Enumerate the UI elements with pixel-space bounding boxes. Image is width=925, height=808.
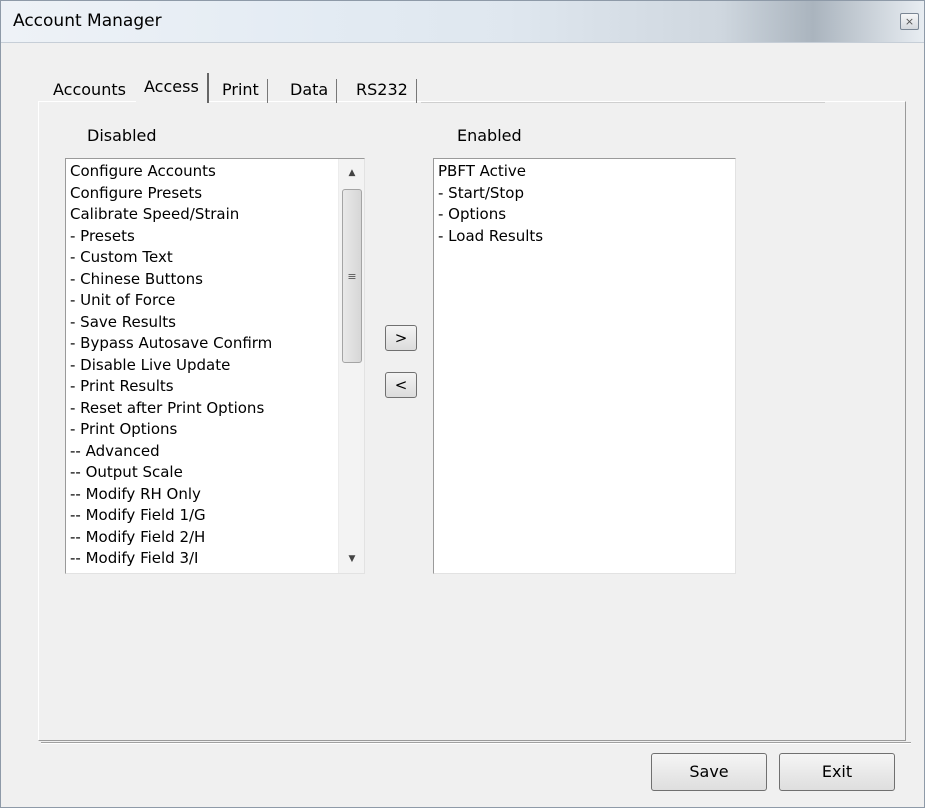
disabled-label: Disabled [87,126,157,145]
list-item[interactable]: - Print Results [66,376,364,398]
remove-label: < [394,376,408,394]
tab-print[interactable]: Print [214,79,268,103]
enabled-label: Enabled [457,126,522,145]
close-button[interactable]: × [900,13,919,30]
disabled-items: Configure Accounts Configure Presets Calib… [66,159,364,570]
list-item[interactable]: PBFT Active [434,161,735,183]
add-label: > [394,329,408,347]
list-item[interactable]: - Load Results [434,226,735,248]
list-item[interactable]: - Custom Text [66,247,364,269]
tab-label: Data [290,80,329,99]
list-item[interactable]: - Print Options [66,419,364,441]
tab-access[interactable]: Access [136,73,209,103]
disabled-scrollbar[interactable]: ▲ ≡ ▼ [338,159,364,573]
scroll-up-icon[interactable]: ▲ [339,163,364,183]
list-item[interactable]: Calibrate Speed/Strain [66,204,364,226]
list-item[interactable]: - Start/Stop [434,183,735,205]
exit-label: Exit [821,762,853,781]
list-item[interactable]: - Chinese Buttons [66,269,364,291]
list-item[interactable]: -- Modify Field 1/G [66,505,364,527]
enabled-listbox[interactable]: PBFT Active - Start/Stop - Options - Load R… [433,158,736,574]
close-icon: × [904,15,915,28]
list-item[interactable]: -- Modify Field 3/I [66,548,364,570]
list-item[interactable]: Configure Accounts [66,161,364,183]
add-to-enabled-button[interactable]: > [385,325,417,351]
grip-icon: ≡ [347,270,357,283]
tab-rs232[interactable]: RS232 [348,79,417,103]
save-button[interactable]: Save [651,753,767,791]
disabled-listbox[interactable]: Configure Accounts Configure Presets Calib… [65,158,365,574]
list-item[interactable]: - Unit of Force [66,290,364,312]
title-bar[interactable]: Account Manager × [1,1,924,43]
list-item[interactable]: - Presets [66,226,364,248]
list-item[interactable]: - Save Results [66,312,364,334]
list-item[interactable]: -- Advanced [66,441,364,463]
tab-label: RS232 [356,80,408,99]
remove-from-enabled-button[interactable]: < [385,372,417,398]
list-item[interactable]: Configure Presets [66,183,364,205]
save-label: Save [689,762,729,781]
list-item[interactable]: - Options [434,204,735,226]
scroll-down-icon[interactable]: ▼ [339,549,364,569]
list-item[interactable]: - Disable Live Update [66,355,364,377]
enabled-items: PBFT Active - Start/Stop - Options - Load R… [434,159,735,247]
account-manager-window: Account Manager × Accounts Access Print … [0,0,925,808]
tab-label: Print [222,80,259,99]
list-item[interactable]: -- Output Scale [66,462,364,484]
exit-button[interactable]: Exit [779,753,895,791]
scrollbar-thumb[interactable]: ≡ [342,189,362,363]
tab-strip-line [421,102,825,103]
list-item[interactable]: - Bypass Autosave Confirm [66,333,364,355]
tab-accounts[interactable]: Accounts [45,79,134,103]
tab-label: Access [144,77,199,96]
tab-label: Accounts [53,80,126,99]
footer-divider [41,742,911,744]
list-item[interactable]: -- Modify Field 2/H [66,527,364,549]
tab-data[interactable]: Data [282,79,338,103]
window-title: Account Manager [13,11,162,31]
list-item[interactable]: -- Modify RH Only [66,484,364,506]
list-item[interactable]: - Reset after Print Options [66,398,364,420]
